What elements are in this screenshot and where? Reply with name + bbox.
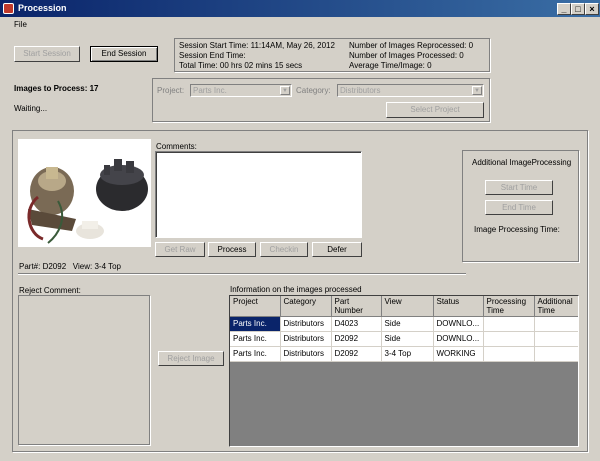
table-row[interactable]: Parts Inc. Distributors D4023 Side DOWNLO... [230,316,578,332]
comments-input[interactable] [155,151,362,238]
comments-label: Comments: [156,142,197,151]
table-cell[interactable]: Parts Inc. [230,346,281,362]
maximize-icon[interactable]: □ [571,3,585,15]
table-cell[interactable]: Distributors [280,331,332,347]
menu-file[interactable]: File [14,20,27,29]
process-button[interactable]: Process [208,242,256,257]
info-table-title: Information on the images processed [230,285,362,294]
session-end-time: Session End Time: [179,51,246,60]
column-header[interactable]: Status [433,296,484,317]
table-cell[interactable] [534,316,578,332]
session-total-time: Total Time: 00 hrs 02 mins 15 secs [179,61,303,70]
session-start-time: Session Start Time: 11:14AM, May 26, 201… [179,41,335,50]
table-cell[interactable] [483,331,535,347]
window-title: Procession [18,3,67,13]
table-cell[interactable] [534,346,578,362]
get-raw-button[interactable]: Get Raw [155,242,205,257]
status-text: Waiting... [14,104,48,113]
reject-image-button[interactable]: Reject Image [158,351,224,366]
table-cell[interactable]: WORKING [433,346,484,362]
end-time-button[interactable]: End Time [485,200,553,215]
end-session-button[interactable]: End Session [90,46,158,62]
start-session-button[interactable]: Start Session [14,46,80,62]
app-icon [3,3,14,14]
table-cell[interactable]: 3-4 Top [381,346,434,362]
reject-comment-label: Reject Comment: [19,286,81,295]
part-image [18,139,151,247]
divider [18,273,466,275]
column-header[interactable]: View [381,296,434,317]
column-header[interactable]: Part Number [331,296,382,317]
info-table: Project Category Part Number View Status Proc… [230,296,578,362]
defer-button[interactable]: Defer [312,242,362,257]
reject-comment-input[interactable] [18,295,150,445]
table-cell[interactable]: D4023 [331,316,382,332]
start-time-button[interactable]: Start Time [485,180,553,195]
chevron-down-icon: ▼ [472,86,482,95]
table-cell[interactable] [483,346,535,362]
images-reprocessed: Number of Images Reprocessed: 0 [349,41,474,50]
chevron-down-icon: ▼ [280,86,290,95]
minimize-icon[interactable]: _ [557,3,571,15]
column-header[interactable]: Category [280,296,332,317]
images-processed: Number of Images Processed: 0 [349,51,464,60]
table-cell[interactable]: Parts Inc. [230,316,281,332]
info-table-grid[interactable]: Project Category Part Number View Status Proc… [229,295,579,447]
title-bar[interactable]: Procession [0,0,600,17]
category-dropdown[interactable]: Distributors ▼ [337,84,484,97]
table-cell[interactable]: DOWNLO... [433,331,484,347]
average-time: Average Time/Image: 0 [349,61,432,70]
table-cell[interactable]: Distributors [280,316,332,332]
table-row[interactable]: Parts Inc. Distributors D2092 3-4 Top WORKIN… [230,346,578,362]
table-cell[interactable]: Parts Inc. [230,331,281,347]
close-icon[interactable]: × [585,3,599,15]
table-cell[interactable]: D2092 [331,331,382,347]
table-row[interactable]: Parts Inc. Distributors D2092 Side DOWNLO... [230,331,578,347]
column-header[interactable]: Additional Time [534,296,578,317]
project-label: Project: [157,86,185,95]
column-header[interactable]: Processing Time [483,296,535,317]
checkin-button[interactable]: Checkin [260,242,308,257]
additional-processing-title: Additional ImageProcessing [472,158,572,167]
table-cell[interactable]: Distributors [280,346,332,362]
distributor-parts-image [27,159,148,244]
project-dropdown[interactable]: Parts Inc. ▼ [190,84,292,97]
images-to-process: Images to Process: 17 [14,84,99,93]
table-cell[interactable] [534,331,578,347]
category-label: Category: [296,86,331,95]
menu-bar [0,17,600,33]
column-header[interactable]: Project [230,296,281,317]
table-cell[interactable] [483,316,535,332]
table-cell[interactable]: Side [381,316,434,332]
table-cell[interactable]: D2092 [331,346,382,362]
part-info: Part#: D2092 View: 3-4 Top [19,262,121,271]
table-cell[interactable]: DOWNLO... [433,316,484,332]
select-project-button[interactable]: Select Project [386,102,484,118]
table-cell[interactable]: Side [381,331,434,347]
image-processing-time-label: Image Processing Time: [474,225,560,234]
